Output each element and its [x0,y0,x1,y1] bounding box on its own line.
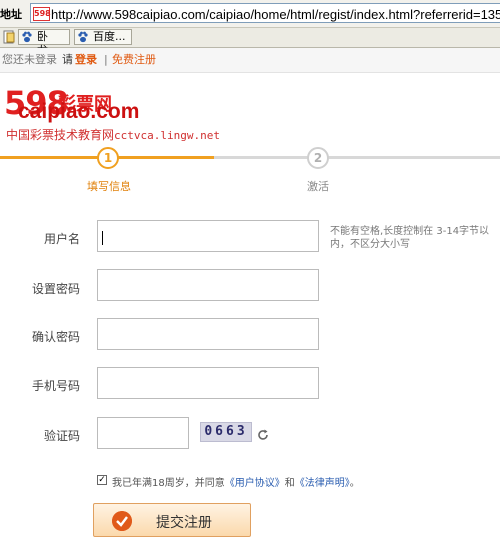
register-link[interactable]: 免费注册 [112,48,156,72]
tab-wolong[interactable]: 卧龙... [18,29,70,57]
address-field[interactable]: 598 http://www.598caipiao.com/caipiao/ho… [30,3,500,23]
username-label: 用户名 [43,232,80,246]
submit-register-button[interactable]: 提交注册 [93,503,251,537]
phone-label: 手机号码 [31,379,80,393]
topbar-separator: | [104,53,108,66]
tab-bar: 卧龙... 百度... [0,28,500,57]
agree-checkbox[interactable]: ✓ [97,475,107,485]
password-input[interactable] [97,269,319,301]
captcha-label: 验证码 [43,429,80,443]
legal-statement-link[interactable]: 《法律声明》 [295,478,350,489]
address-bar: 地址 598 http://www.598caipiao.com/caipiao… [0,0,500,28]
username-input[interactable] [97,220,319,252]
baidu-paw-icon [78,31,88,43]
user-agreement-link[interactable]: 《用户协议》 [225,478,285,489]
address-url[interactable]: http://www.598caipiao.com/caipiao/home/h… [51,7,500,22]
refresh-icon[interactable] [256,428,270,442]
agreement-suffix: 。 [349,478,360,489]
agreement-prefix: 我已年满18周岁，并同意 [112,478,225,489]
username-hint: 不能有空格,长度控制在 3-14字节以内，不区分大小写 [330,226,490,250]
submit-label: 提交注册 [156,515,212,531]
tab-baidu[interactable]: 百度... [74,29,132,45]
logo-watermark: 中国彩票技术教育网cctvca.lingw.net [6,126,220,143]
login-status: 您还未登录 [2,53,57,66]
site-favicon-icon: 598 [33,7,51,21]
baidu-paw-icon [22,31,32,43]
agreement-text: 我已年满18周岁，并同意《用户协议》和《法律声明》。 [112,474,360,489]
agreement-and: 和 [284,478,295,489]
captcha-image[interactable]: 0663 [200,422,252,442]
logo-domain: caipiao.com [18,100,140,123]
site-topbar: 您还未登录 请 登录 | 免费注册 [0,48,500,73]
confirm-password-input[interactable] [97,318,319,350]
step-2-label: 激活 [307,180,329,193]
password-label: 设置密码 [31,282,80,296]
watermark-cn: 中国彩票技术教育网 [6,128,115,142]
step-2-indicator: 2 [307,147,329,169]
address-label: 地址 [0,8,22,21]
checkmark-icon [112,511,132,531]
progress-track-rest [214,156,500,159]
login-link[interactable]: 登录 [75,48,97,72]
please-text: 请 [62,53,73,66]
phone-input[interactable] [97,367,319,399]
confirm-password-label: 确认密码 [31,330,80,344]
page-icon [3,30,15,44]
watermark-url: cctvca.lingw.net [114,129,220,142]
step-1-label: 填写信息 [87,180,131,193]
captcha-input[interactable] [97,417,189,449]
step-1-indicator: 1 [97,147,119,169]
tab-label: 百度... [93,30,126,43]
text-caret [102,231,103,245]
